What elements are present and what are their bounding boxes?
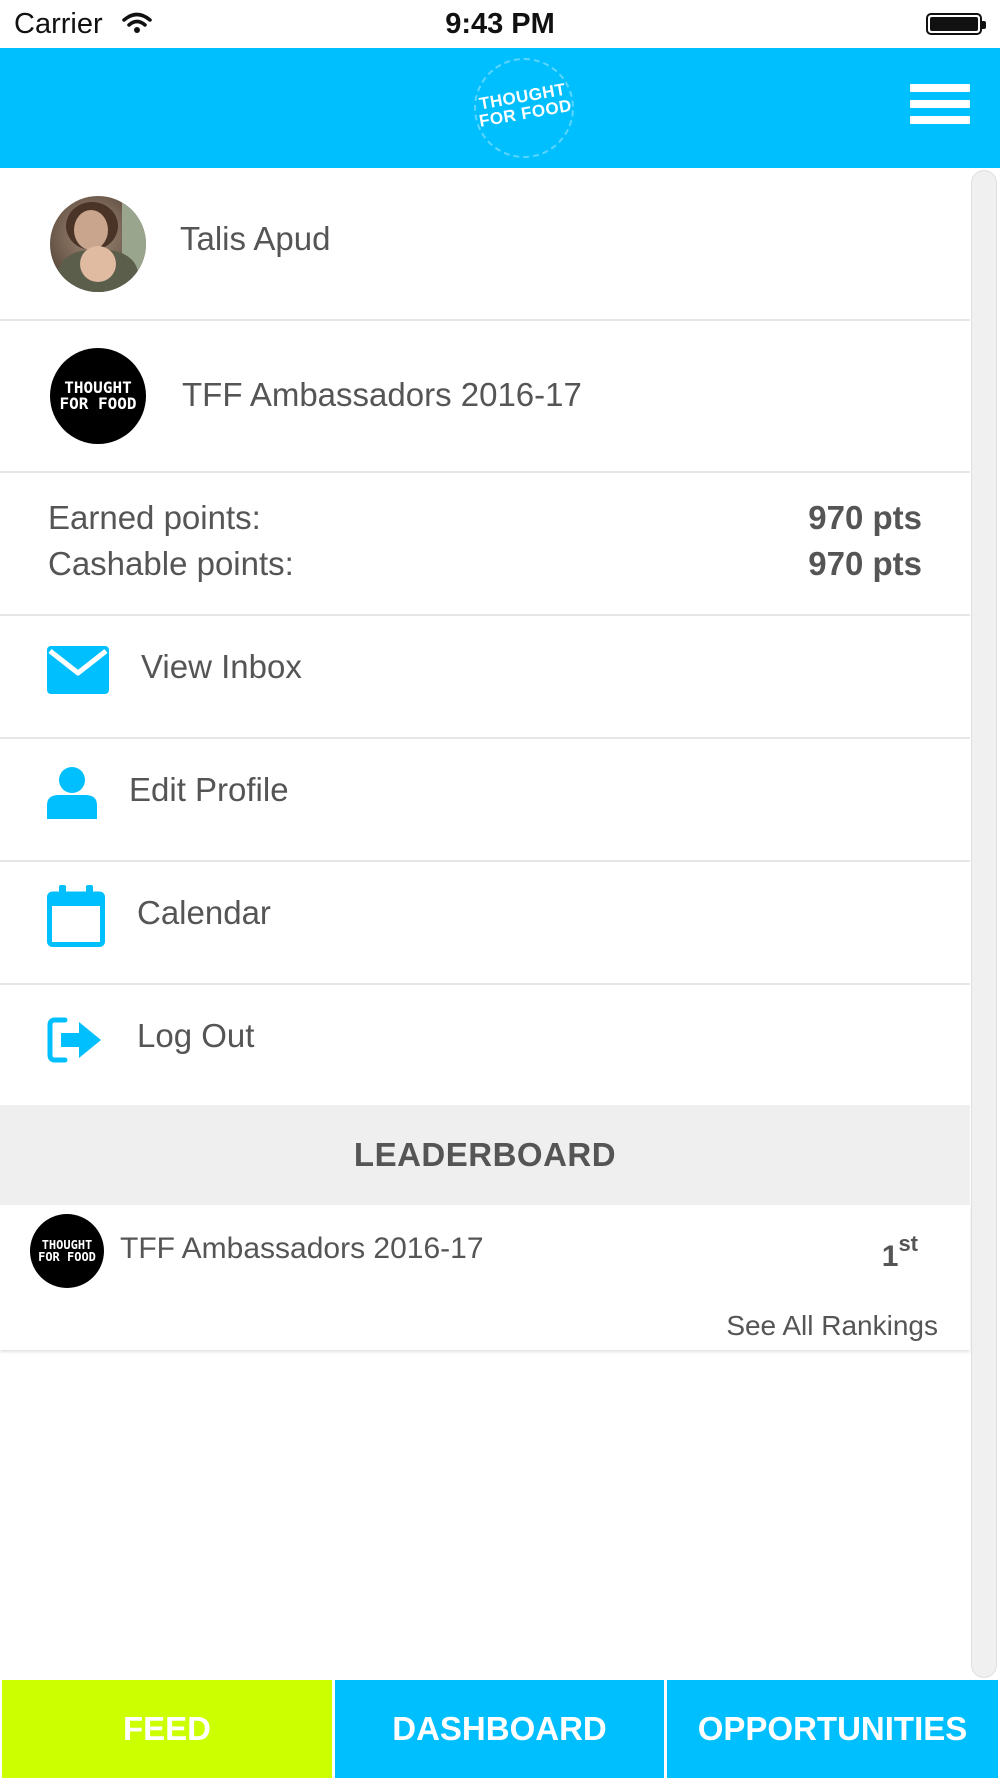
user-profile-row[interactable]: Talis Apud bbox=[0, 168, 970, 321]
leaderboard-rank: 1st bbox=[881, 1231, 918, 1274]
calendar-label: Calendar bbox=[137, 894, 271, 931]
earned-points-label: Earned points: bbox=[48, 499, 261, 536]
tab-opportunities[interactable]: OPPORTUNITIES bbox=[667, 1680, 998, 1778]
leaderboard-group-name[interactable]: TFF Ambassadors 2016-17 bbox=[120, 1232, 484, 1266]
menu-item-calendar[interactable]: Calendar bbox=[0, 862, 970, 985]
see-all-rankings-link[interactable]: See All Rankings bbox=[726, 1310, 938, 1342]
calendar-icon bbox=[47, 885, 105, 947]
menu-item-inbox[interactable]: View Inbox bbox=[0, 616, 970, 739]
app-logo[interactable]: THOUGHT FOR FOOD bbox=[474, 58, 574, 158]
group-name: TFF Ambassadors 2016-17 bbox=[182, 376, 582, 413]
battery-icon bbox=[926, 13, 986, 35]
hamburger-menu-icon[interactable] bbox=[910, 84, 970, 132]
menu-item-edit-profile[interactable]: Edit Profile bbox=[0, 739, 970, 862]
points-row: Earned points: 970 pts Cashable points: … bbox=[0, 473, 970, 616]
tab-feed[interactable]: FEED bbox=[2, 1680, 332, 1778]
earned-points-value: 970 pts bbox=[808, 499, 922, 536]
logout-label: Log Out bbox=[137, 1017, 255, 1054]
rank-number: 1 bbox=[881, 1240, 899, 1273]
logout-icon bbox=[47, 1017, 101, 1063]
group-logo-line2: FOR FOOD bbox=[59, 394, 137, 413]
leaderboard-heading: LEADERBOARD bbox=[0, 1105, 970, 1205]
cashable-points-label: Cashable points: bbox=[48, 545, 294, 582]
envelope-icon bbox=[47, 646, 109, 694]
inbox-label: View Inbox bbox=[141, 648, 302, 685]
group-logo: THOUGHT FOR FOOD bbox=[50, 348, 146, 444]
menu-item-logout[interactable]: Log Out bbox=[0, 985, 970, 1105]
user-name: Talis Apud bbox=[180, 220, 331, 257]
user-avatar bbox=[50, 196, 146, 292]
user-icon bbox=[47, 767, 97, 819]
leaderboard-card: THOUGHT FOR FOOD TFF Ambassadors 2016-17… bbox=[0, 1205, 970, 1350]
status-time: 9:43 PM bbox=[445, 8, 555, 40]
group-row[interactable]: THOUGHT FOR FOOD TFF Ambassadors 2016-17 bbox=[0, 321, 970, 473]
scrollbar[interactable] bbox=[971, 170, 997, 1678]
leaderboard-group-logo: THOUGHT FOR FOOD bbox=[30, 1214, 104, 1288]
tab-dashboard[interactable]: DASHBOARD bbox=[335, 1680, 664, 1778]
cashable-points-value: 970 pts bbox=[808, 545, 922, 582]
leaderboard-logo-line2: FOR FOOD bbox=[38, 1250, 96, 1264]
edit-profile-label: Edit Profile bbox=[129, 771, 289, 808]
rank-suffix: st bbox=[898, 1231, 918, 1256]
